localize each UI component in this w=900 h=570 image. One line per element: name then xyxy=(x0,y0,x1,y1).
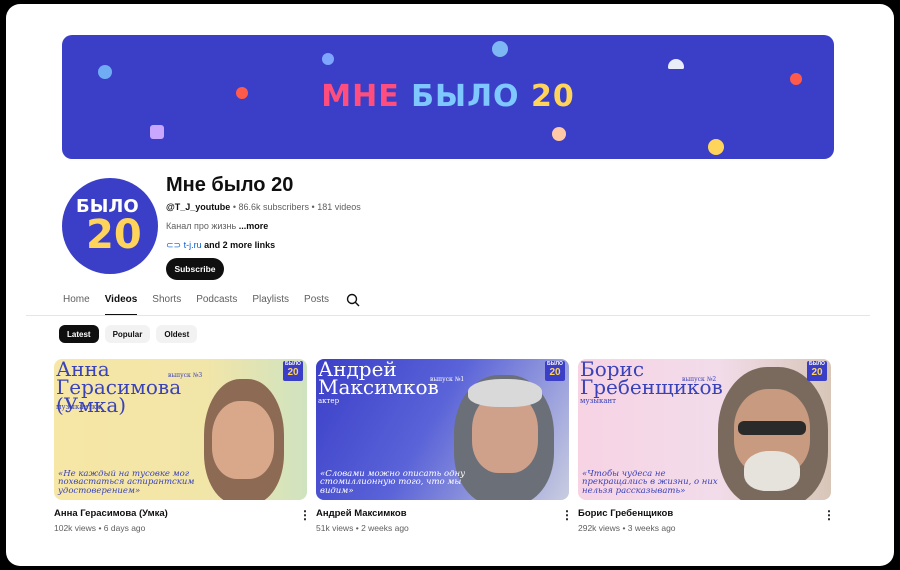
thumbnail-logo: БЫЛО 20 xyxy=(545,361,565,381)
tab-shorts[interactable]: Shorts xyxy=(152,293,181,317)
decor-dot xyxy=(708,139,724,155)
channel-handle: @T_J_youtube xyxy=(166,202,231,212)
view-count: 51k views xyxy=(316,523,354,533)
thumbnail-quote: «Не каждый на тусовке мог похвастаться а… xyxy=(58,468,195,496)
logo-text: 20 xyxy=(549,367,561,378)
avatar-text: 20 xyxy=(86,212,142,258)
thumbnail-role: актер xyxy=(318,397,340,405)
separator: • xyxy=(98,523,102,533)
video-card[interactable]: Андрей Максимков актер выпуск №1 «Словам… xyxy=(316,359,573,533)
tab-posts[interactable]: Posts xyxy=(304,293,329,317)
subscriber-count: 86.6k subscribers xyxy=(238,202,310,212)
tab-playlists[interactable]: Playlists xyxy=(252,293,289,317)
decor-dot xyxy=(150,125,164,139)
decor-dot xyxy=(668,59,684,69)
view-count: 292k views xyxy=(578,523,621,533)
thumbnail-role: музыкантка xyxy=(56,403,101,411)
decor-dot xyxy=(492,41,508,57)
separator: • xyxy=(232,202,236,212)
video-title[interactable]: Андрей Максимков xyxy=(316,508,541,519)
video-meta: 102k views • 6 days ago xyxy=(54,523,307,533)
more-vert-icon[interactable]: ⋮ xyxy=(561,509,573,521)
video-thumbnail[interactable]: Борис Гребенщиков музыкант выпуск №2 «Чт… xyxy=(578,359,831,500)
thumbnail-logo: БЫЛО 20 xyxy=(807,361,827,381)
thumbnail-beard xyxy=(744,451,800,491)
separator: • xyxy=(622,523,626,533)
channel-banner: МНЕ БЫЛО 20 xyxy=(62,35,834,159)
thumbnail-episode: выпуск №2 xyxy=(682,376,717,383)
channel-tabs: Home Videos Shorts Podcasts Playlists Po… xyxy=(63,293,344,317)
more-vert-icon[interactable]: ⋮ xyxy=(299,509,311,521)
video-thumbnail[interactable]: Андрей Максимков актер выпуск №1 «Словам… xyxy=(316,359,569,500)
channel-name: Мне было 20 xyxy=(166,174,294,196)
thumbnail-face xyxy=(212,401,274,479)
thumbnail-role: музыкант xyxy=(580,397,617,405)
tabs-divider xyxy=(26,315,870,316)
thumbnail-sunglasses xyxy=(738,421,806,435)
subscribe-button[interactable]: Subscribe xyxy=(166,258,224,280)
description-text: Канал про жизнь xyxy=(166,221,237,231)
separator: • xyxy=(355,523,359,533)
thumbnail-episode: выпуск №3 xyxy=(168,372,203,379)
channel-links: ⊂⊃ t-j.ru and 2 more links xyxy=(166,240,275,251)
video-title[interactable]: Анна Герасимова (Умка) xyxy=(54,508,279,519)
decor-dot xyxy=(552,127,566,141)
banner-title-part: МНЕ xyxy=(321,79,412,114)
tab-podcasts[interactable]: Podcasts xyxy=(196,293,237,317)
decor-dot xyxy=(98,65,112,79)
upload-age: 2 weeks ago xyxy=(361,523,409,533)
thumbnail-quote: «Словами можно описать одну стомиллионну… xyxy=(320,468,466,496)
video-card[interactable]: Борис Гребенщиков музыкант выпуск №2 «Чт… xyxy=(578,359,835,533)
banner-title: МНЕ БЫЛО 20 xyxy=(62,79,834,114)
video-meta: 51k views • 2 weeks ago xyxy=(316,523,569,533)
youtube-channel-page: МНЕ БЫЛО 20 БЫЛО 20 Мне было 20 @T_J_you… xyxy=(6,4,894,566)
decor-dot xyxy=(322,53,334,65)
thumbnail-episode: выпуск №1 xyxy=(430,376,465,383)
banner-title-part: БЫЛО xyxy=(411,79,531,114)
sort-chips: Latest Popular Oldest xyxy=(59,325,203,343)
chip-oldest[interactable]: Oldest xyxy=(156,325,198,343)
channel-meta: @T_J_youtube • 86.6k subscribers • 181 v… xyxy=(166,202,361,212)
chip-latest[interactable]: Latest xyxy=(59,325,99,343)
channel-link[interactable]: t-j.ru xyxy=(184,240,202,250)
more-link[interactable]: ...more xyxy=(239,221,269,231)
video-card[interactable]: Анна Герасимова (Умка) музыкантка выпуск… xyxy=(54,359,311,533)
banner-title-part: 20 xyxy=(530,79,575,114)
more-links[interactable]: and 2 more links xyxy=(204,240,275,250)
link-icon: ⊂⊃ xyxy=(166,240,182,250)
tab-videos[interactable]: Videos xyxy=(104,293,138,316)
thumbnail-quote: «Чтобы чудеса не прекращались в жизни, о… xyxy=(582,468,718,496)
video-thumbnail[interactable]: Анна Герасимова (Умка) музыкантка выпуск… xyxy=(54,359,307,500)
channel-avatar[interactable]: БЫЛО 20 xyxy=(62,178,158,274)
thumbnail-hair xyxy=(468,379,542,407)
separator: • xyxy=(311,202,315,212)
channel-description[interactable]: Канал про жизнь ...more xyxy=(166,221,268,231)
video-count: 181 videos xyxy=(317,202,361,212)
video-meta: 292k views • 3 weeks ago xyxy=(578,523,831,533)
video-title[interactable]: Борис Гребенщиков xyxy=(578,508,803,519)
tab-home[interactable]: Home xyxy=(63,293,90,317)
more-vert-icon[interactable]: ⋮ xyxy=(823,509,835,521)
chip-popular[interactable]: Popular xyxy=(104,325,151,343)
logo-text: 20 xyxy=(811,367,823,378)
logo-text: 20 xyxy=(287,367,299,378)
upload-age: 3 weeks ago xyxy=(627,523,676,533)
thumbnail-logo: БЫЛО 20 xyxy=(283,361,303,381)
search-icon[interactable] xyxy=(346,293,360,307)
upload-age: 6 days ago xyxy=(103,523,146,533)
view-count: 102k views xyxy=(54,523,97,533)
